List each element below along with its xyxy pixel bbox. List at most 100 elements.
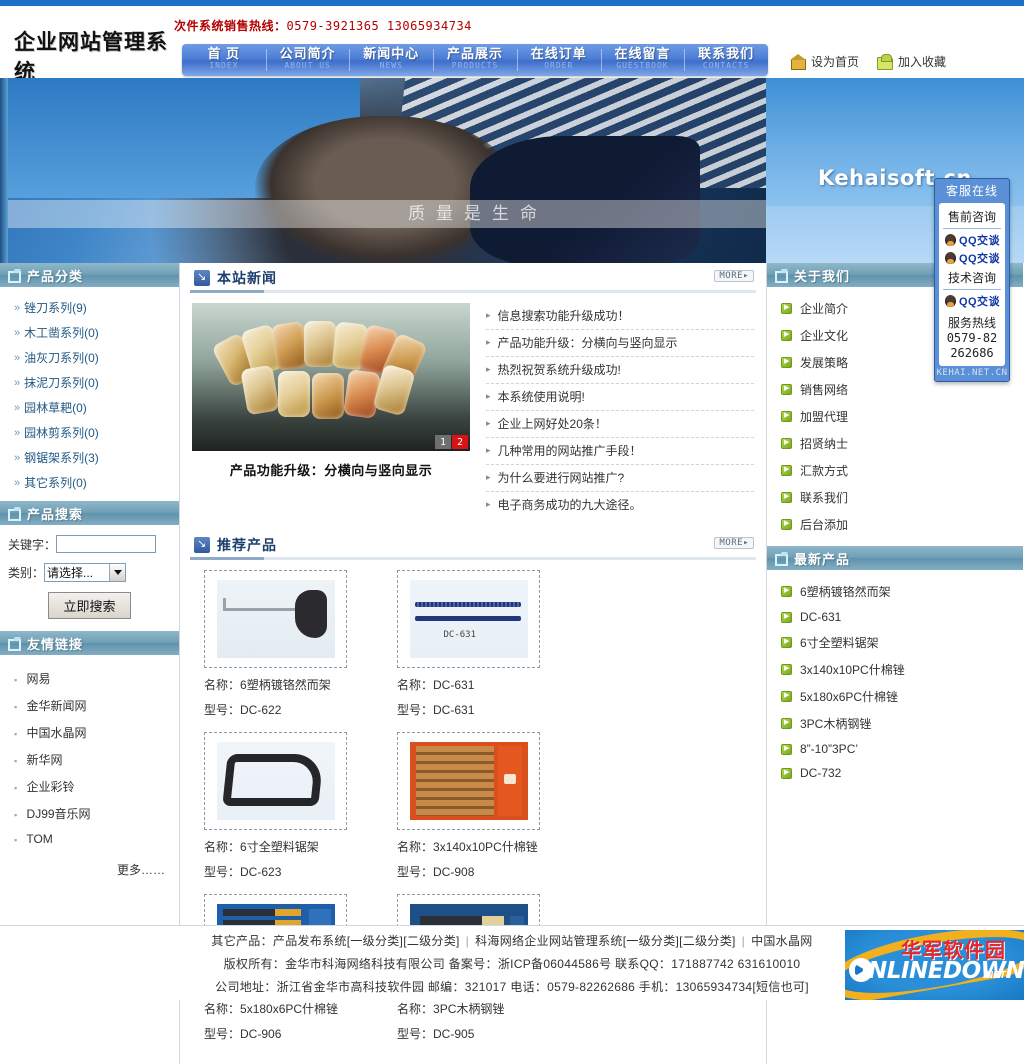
about-item[interactable]: 招贤纳士 [767, 430, 1023, 457]
nav-item-contacts[interactable]: 联系我们 CONTACTS [684, 44, 768, 76]
news-list-item[interactable]: ▸ 几种常用的网站推广手段！ [486, 438, 754, 465]
model-prefix: 型号： [397, 1027, 434, 1041]
friend-link[interactable]: ▪ 中国水晶网 [0, 719, 179, 746]
site-news-header: 本站新闻 MORE▸ [190, 263, 756, 293]
friend-link[interactable]: ▪ DJ99音乐网 [0, 800, 179, 827]
latest-product-item[interactable]: DC-732 [767, 761, 1023, 785]
product-thumbnail[interactable] [204, 570, 347, 668]
qq-chat-tech-1[interactable]: QQ交谈 [939, 292, 1005, 310]
qq-chat-presale-2[interactable]: QQ交谈 [939, 249, 1005, 267]
about-item[interactable]: 联系我们 [767, 484, 1023, 511]
news-list-item[interactable]: ▸ 信息搜索功能升级成功！ [486, 303, 754, 330]
green-arrow-icon [781, 743, 792, 755]
double-chevron-icon: » [14, 351, 20, 364]
nav-item-order[interactable]: 在线订单 ORDER [516, 44, 601, 76]
nav-item-index[interactable]: 首 页 INDEX [182, 44, 266, 76]
about-us-panel-title: 关于我们 [794, 268, 851, 284]
about-item[interactable]: 加盟代理 [767, 403, 1023, 430]
banner-photo: 质量是生命 [0, 78, 787, 263]
latest-product-label: 6寸全塑料锯架 [800, 636, 879, 650]
set-homepage-link[interactable]: 设为首页 [790, 53, 859, 70]
slide-page-1[interactable]: 1 [435, 435, 451, 449]
slide-photo-beads [211, 320, 442, 423]
latest-product-item[interactable]: 8”-10”3PC’ [767, 737, 1023, 761]
footer-link-release-system[interactable]: 产品发布系统[一级分类][二级分类] [273, 934, 460, 948]
site-news-more-button[interactable]: MORE▸ [714, 270, 754, 282]
qq-chat-presale-1[interactable]: QQ交谈 [939, 231, 1005, 249]
nav-label-cn: 产品展示 [447, 46, 504, 61]
about-item-label: 发展策略 [800, 356, 849, 370]
news-list-item[interactable]: ▸ 产品功能升级：分横向与竖向显示 [486, 330, 754, 357]
green-arrow-icon [781, 411, 792, 422]
latest-product-item[interactable]: 3x140x10PC什棉锉 [767, 656, 1023, 683]
slide-page-2[interactable]: 2 [452, 435, 468, 449]
product-search-panel-header: 产品搜索 [0, 501, 179, 525]
product-model-line: 型号：DC-905 [397, 1017, 576, 1042]
category-label: 木工凿系列(0) [24, 326, 99, 340]
friend-link[interactable]: ▪ 新华网 [0, 746, 179, 773]
news-list-item[interactable]: ▸ 企业上网好处20条！ [486, 411, 754, 438]
product-name: 5x180x6PC什棉锉 [240, 1002, 339, 1016]
orange-file-set-photo [409, 742, 528, 820]
recommended-products-title: 推荐产品 [217, 537, 277, 553]
friend-link-label: 网易 [26, 672, 51, 686]
about-item[interactable]: 后台添加 [767, 511, 1023, 538]
footer-link-cms[interactable]: 科海网络企业网站管理系统[一级分类][二级分类] [475, 934, 736, 948]
news-list-item[interactable]: ▸ 热烈祝贺系统升级成功! [486, 357, 754, 384]
add-favorite-link[interactable]: 加入收藏 [877, 53, 946, 70]
footer-link-crystal[interactable]: 中国水晶网 [751, 934, 813, 948]
site-header: 企业网站管理系统 正版演示站点 次件系统销售热线：0579-3921365 13… [0, 6, 1024, 107]
friend-links-more[interactable]: 更多…… [0, 851, 179, 882]
category-item[interactable]: » 油灰刀系列(0) [0, 345, 179, 370]
category-item[interactable]: » 园林剪系列(0) [0, 420, 179, 445]
about-item[interactable]: 汇款方式 [767, 457, 1023, 484]
green-arrow-icon [781, 767, 792, 779]
product-model: DC-905 [433, 1027, 475, 1041]
nav-label-cn: 联系我们 [698, 46, 755, 61]
news-list-item[interactable]: ▸ 本系统使用说明! [486, 384, 754, 411]
news-list: ▸ 信息搜索功能升级成功！ ▸ 产品功能升级：分横向与竖向显示 ▸ 热烈祝贺系统… [472, 303, 754, 518]
search-button[interactable]: 立即搜索 [48, 592, 131, 619]
green-arrow-icon [781, 465, 792, 476]
category-select[interactable]: 请选择... [44, 563, 127, 582]
product-thumbnail[interactable]: DC-631 [397, 570, 540, 668]
nav-item-about[interactable]: 公司简介 ABOUT US [265, 44, 350, 76]
news-list-item[interactable]: ▸ 电子商务成功的九大途径。 [486, 492, 754, 518]
category-item[interactable]: » 其它系列(0) [0, 470, 179, 495]
friend-link[interactable]: ▪ 企业彩铃 [0, 773, 179, 800]
search-input[interactable] [56, 535, 157, 553]
product-cell: 名称：6寸全塑料锯架 型号：DC-623 [190, 732, 383, 894]
category-item[interactable]: » 木工凿系列(0) [0, 320, 179, 345]
recommended-products-more-button[interactable]: MORE▸ [714, 537, 754, 549]
latest-product-item[interactable]: 6寸全塑料锯架 [767, 629, 1023, 656]
latest-product-item[interactable]: 5x180x6PC什棉锉 [767, 683, 1023, 710]
news-list-item[interactable]: ▸ 为什么要进行网站推广? [486, 465, 754, 492]
product-thumbnail[interactable] [397, 732, 540, 830]
friend-link[interactable]: ▪ 金华新闻网 [0, 692, 179, 719]
nav-item-guestbook[interactable]: 在线留言 GUESTBOOK [600, 44, 685, 76]
green-arrow-icon [781, 303, 792, 314]
category-item[interactable]: » 园林草耙(0) [0, 395, 179, 420]
product-model: DC-906 [240, 1027, 282, 1041]
category-item[interactable]: » 钢锯架系列(3) [0, 445, 179, 470]
nav-label-cn: 在线留言 [614, 46, 671, 61]
news-item-label: 企业上网好处20条！ [497, 417, 607, 431]
latest-product-item[interactable]: 6塑柄镀铬然而架 [767, 578, 1023, 605]
latest-product-item[interactable]: DC-631 [767, 605, 1023, 629]
customer-service-body: 售前咨询 QQ交谈 QQ交谈 技术咨询 QQ交谈 服务热线 0579-82 26… [939, 203, 1005, 366]
category-item[interactable]: » 抹泥刀系列(0) [0, 370, 179, 395]
model-prefix: 型号： [204, 865, 241, 879]
product-thumbnail[interactable] [204, 732, 347, 830]
nav-item-products[interactable]: 产品展示 PRODUCTS [433, 44, 517, 76]
friend-link[interactable]: ▪ 网易 [0, 665, 179, 692]
friend-link[interactable]: ▪ TOM [0, 827, 179, 851]
recommended-products-title-group: 推荐产品 [194, 535, 277, 555]
nav-item-news[interactable]: 新闻中心 NEWS [349, 44, 433, 76]
latest-product-item[interactable]: 3PC木柄钢锉 [767, 710, 1023, 737]
nav-label-en: PRODUCTS [451, 61, 499, 70]
green-arrow-icon [781, 519, 792, 530]
about-item-label: 联系我们 [800, 491, 849, 505]
category-item[interactable]: » 锉刀系列(9) [0, 295, 179, 320]
product-category-panel-title: 产品分类 [27, 268, 84, 284]
news-slide-image[interactable]: 1 2 [192, 303, 470, 451]
